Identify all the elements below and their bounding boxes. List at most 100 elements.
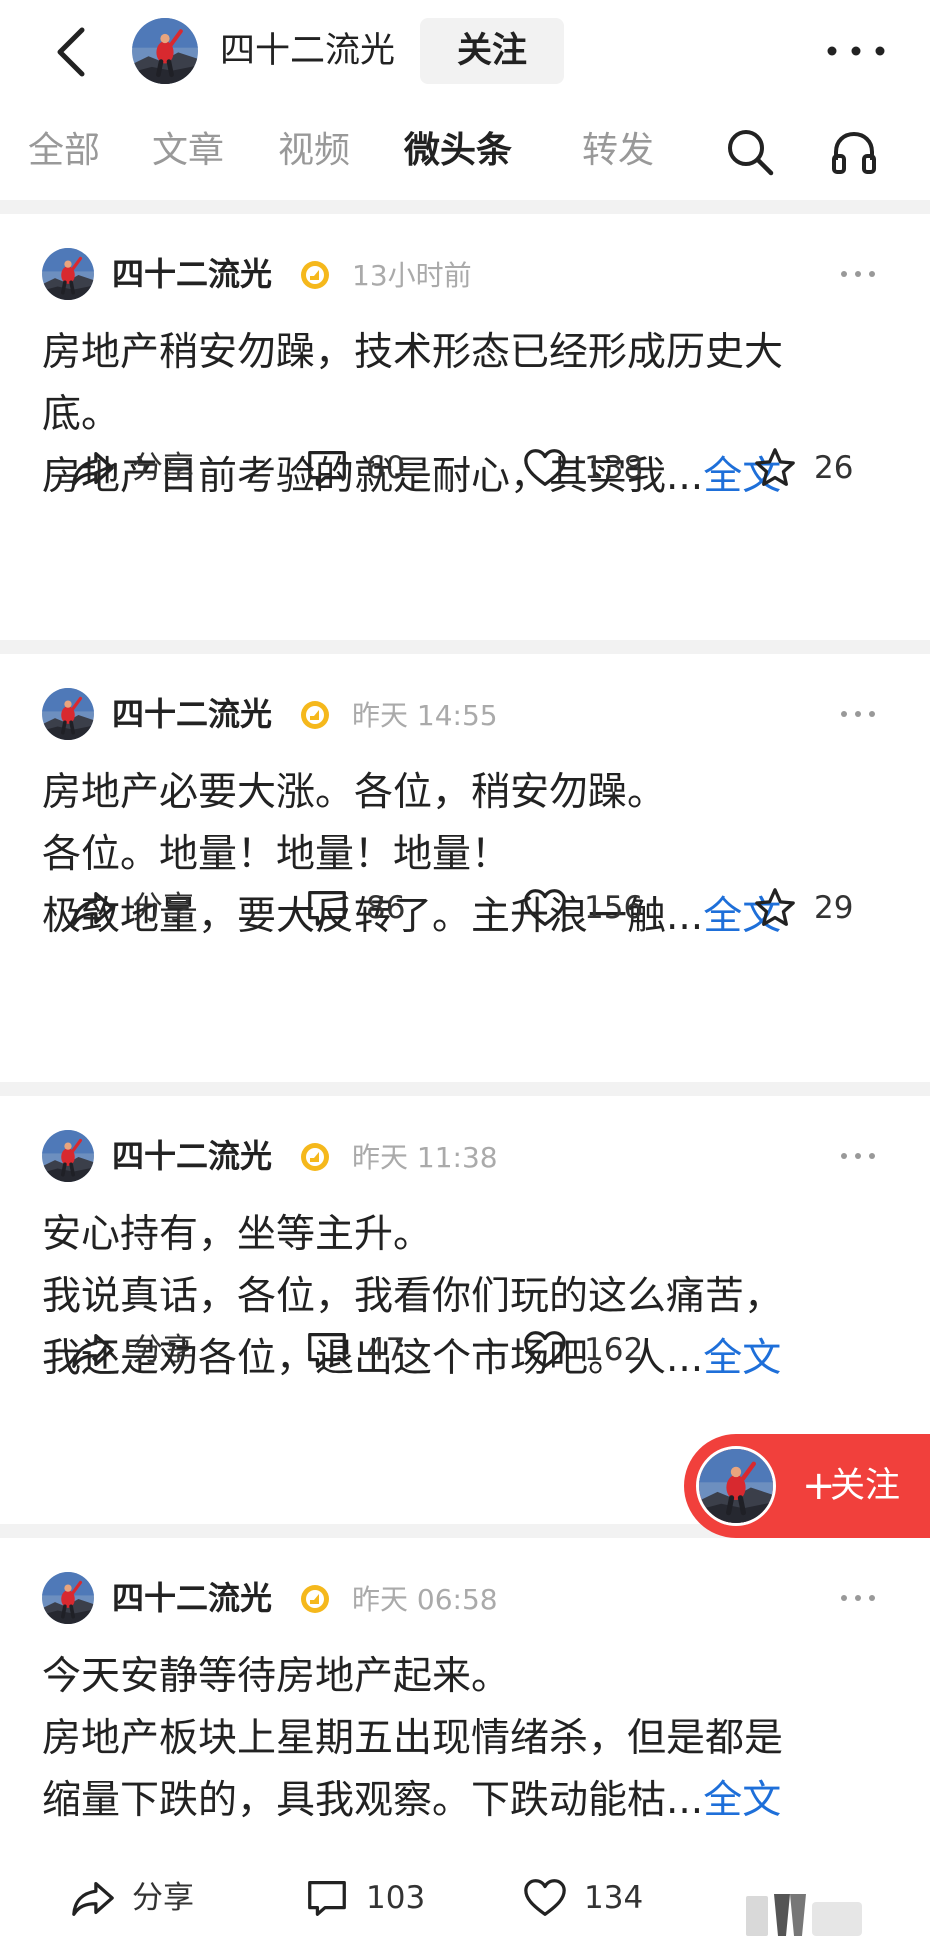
post-author-name[interactable]: 四十二流光 <box>112 1134 272 1178</box>
follow-button[interactable]: 关注 <box>420 18 564 84</box>
floating-follow-label: 关注 <box>830 1466 901 1506</box>
avatar[interactable] <box>42 248 94 300</box>
heart-icon <box>522 885 568 931</box>
like-count: 134 <box>584 1880 644 1916</box>
tab-micro-posts[interactable]: 微头条 <box>404 128 512 174</box>
share-icon <box>70 1327 116 1373</box>
partial-overlay-icon <box>744 1880 864 1939</box>
post-card[interactable]: 四十二流光 昨天 06:58 今天安静等待房地产起来。 房地产板块上星期五出现情… <box>0 1538 930 1939</box>
post-author-name[interactable]: 四十二流光 <box>112 692 272 736</box>
comment-count: 47 <box>366 1332 406 1368</box>
post-line: 房地产板块上星期五出现情绪杀，但是都是 <box>42 1716 784 1761</box>
share-icon <box>70 1875 116 1921</box>
avatar[interactable] <box>42 688 94 740</box>
comment-count: 103 <box>366 1880 426 1916</box>
share-button[interactable]: 分享 <box>70 438 194 498</box>
post-author-name[interactable]: 四十二流光 <box>112 1576 272 1620</box>
post-card[interactable]: 四十二流光 昨天 14:55 房地产必要大涨。各位，稍安勿躁。 各位。地量！地量… <box>0 654 930 1082</box>
post-actions: 分享 86 156 29 <box>0 878 930 938</box>
divider <box>0 640 930 654</box>
tab-videos[interactable]: 视频 <box>278 128 350 174</box>
like-button[interactable]: 134 <box>522 1868 643 1928</box>
post-author-name[interactable]: 四十二流光 <box>112 252 272 296</box>
comment-icon <box>304 885 350 931</box>
full-text-link[interactable]: 全文 <box>703 1778 781 1823</box>
plus-icon: + <box>802 1463 836 1509</box>
search-icon[interactable] <box>724 126 776 178</box>
comment-icon <box>304 1875 350 1921</box>
author-avatar[interactable] <box>132 18 198 84</box>
comment-icon <box>304 1327 350 1373</box>
favorite-button[interactable]: 29 <box>752 878 853 938</box>
content-tabs: 全部 文章 视频 微头条 转发 <box>0 104 930 200</box>
post-actions: 分享 47 162 <box>0 1320 930 1380</box>
like-button[interactable]: 156 <box>522 878 643 938</box>
post-line: 我说真话，各位，我看你们玩的这么痛苦， <box>42 1274 784 1319</box>
tab-articles[interactable]: 文章 <box>152 128 224 174</box>
comment-button[interactable]: 86 <box>304 878 405 938</box>
share-button[interactable]: 分享 <box>70 878 194 938</box>
post-line: 底。 <box>42 392 121 437</box>
verified-badge-icon <box>300 260 330 290</box>
divider <box>0 1082 930 1096</box>
heart-icon <box>522 1875 568 1921</box>
share-label: 分享 <box>132 890 194 926</box>
floating-follow-button[interactable]: + 关注 <box>684 1434 930 1538</box>
post-actions: 分享 60 138 26 <box>0 438 930 498</box>
like-button[interactable]: 138 <box>522 438 643 498</box>
post-timestamp: 昨天 11:38 <box>352 1141 498 1174</box>
comment-button[interactable]: 103 <box>304 1868 425 1928</box>
post-text[interactable]: 今天安静等待房地产起来。 房地产板块上星期五出现情绪杀，但是都是 缩量下跌的，具… <box>42 1646 890 1832</box>
favorite-count: 29 <box>814 890 854 926</box>
favorite-count: 26 <box>814 450 854 486</box>
ellipsis: ... <box>666 1778 704 1823</box>
comment-count: 60 <box>366 450 406 486</box>
tab-all[interactable]: 全部 <box>28 128 100 174</box>
more-icon[interactable] <box>820 28 892 74</box>
tab-reposts[interactable]: 转发 <box>582 128 654 174</box>
avatar[interactable] <box>42 1572 94 1624</box>
headphones-icon[interactable] <box>828 126 880 178</box>
post-line: 各位。地量！地量！地量！ <box>42 832 511 877</box>
back-arrow-icon[interactable] <box>48 22 98 82</box>
verified-badge-icon <box>300 1584 330 1614</box>
post-line: 缩量下跌的，具我观察。下跌动能枯...全文 <box>42 1770 890 1832</box>
post-more-icon[interactable] <box>836 1136 880 1176</box>
post-line: 安心持有，坐等主升。 <box>42 1212 433 1257</box>
post-line-text: 缩量下跌的，具我观察。下跌动能枯 <box>42 1778 667 1823</box>
post-card[interactable]: 四十二流光 13小时前 房地产稍安勿躁，技术形态已经形成历史大 底。 房地产目前… <box>0 214 930 640</box>
share-label: 分享 <box>132 1880 194 1916</box>
post-more-icon[interactable] <box>836 254 880 294</box>
share-button[interactable]: 分享 <box>70 1868 194 1928</box>
share-button[interactable]: 分享 <box>70 1320 194 1380</box>
divider <box>0 200 930 214</box>
author-name[interactable]: 四十二流光 <box>220 28 395 74</box>
top-bar: 四十二流光 关注 <box>0 0 930 104</box>
share-icon <box>70 885 116 931</box>
verified-badge-icon <box>300 700 330 730</box>
star-icon <box>752 885 798 931</box>
favorite-button[interactable]: 26 <box>752 438 853 498</box>
post-more-icon[interactable] <box>836 1578 880 1618</box>
like-count: 156 <box>584 890 644 926</box>
post-line: 房地产稍安勿躁，技术形态已经形成历史大 <box>42 330 784 375</box>
post-timestamp: 13小时前 <box>352 259 472 292</box>
post-line: 今天安静等待房地产起来。 <box>42 1654 511 1699</box>
like-count: 138 <box>584 450 644 486</box>
verified-badge-icon <box>300 1142 330 1172</box>
avatar[interactable] <box>42 1130 94 1182</box>
share-label: 分享 <box>132 1332 194 1368</box>
comment-button[interactable]: 47 <box>304 1320 405 1380</box>
floating-avatar <box>696 1446 776 1526</box>
star-icon <box>752 445 798 491</box>
like-button[interactable]: 162 <box>522 1320 643 1380</box>
comment-icon <box>304 445 350 491</box>
share-label: 分享 <box>132 450 194 486</box>
heart-icon <box>522 445 568 491</box>
post-line: 房地产必要大涨。各位，稍安勿躁。 <box>42 770 667 815</box>
post-more-icon[interactable] <box>836 694 880 734</box>
comment-button[interactable]: 60 <box>304 438 405 498</box>
comment-count: 86 <box>366 890 406 926</box>
heart-icon <box>522 1327 568 1373</box>
like-count: 162 <box>584 1332 644 1368</box>
